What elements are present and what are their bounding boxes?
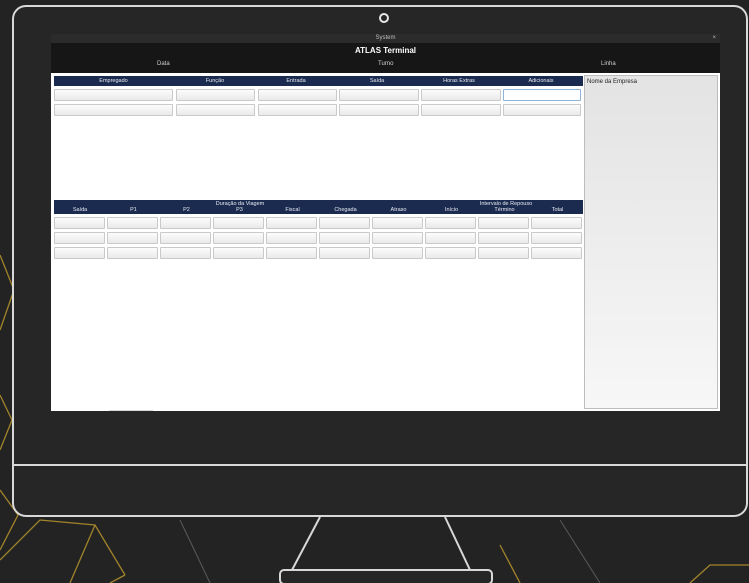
p3-input[interactable] (213, 232, 264, 244)
column-header-function: Função (205, 78, 225, 84)
webcam-icon (379, 13, 389, 23)
delay-input[interactable] (372, 232, 423, 244)
app-title: ATLAS Terminal (354, 46, 417, 55)
column-header-p3: P3 (236, 207, 243, 213)
employee-input[interactable] (54, 104, 173, 116)
date-label: Data (157, 61, 170, 67)
p2-input[interactable] (160, 217, 211, 229)
delay-input[interactable] (372, 217, 423, 229)
p3-input[interactable] (213, 247, 264, 259)
main-content: Empregado Função Entrada Saída Horas Ext… (51, 73, 720, 411)
additional-input[interactable] (503, 89, 581, 101)
column-header-end: Término (494, 207, 515, 213)
column-header-departure: Saída (72, 207, 88, 213)
employee-table-header: Empregado Função Entrada Saída Horas Ext… (54, 76, 583, 86)
monitor-bezel-divider (14, 464, 746, 466)
app-header: ATLAS Terminal Data Turno Linha (51, 43, 720, 73)
delay-input[interactable] (372, 247, 423, 259)
p3-input[interactable] (213, 217, 264, 229)
overtime-input[interactable] (421, 104, 501, 116)
column-header-overtime: Horas Extras (443, 78, 475, 84)
column-header-exit: Saída (369, 78, 385, 84)
rest-total-input[interactable] (531, 217, 582, 229)
company-name-panel[interactable]: Nome da Empresa (584, 75, 718, 409)
column-header-total: Total (551, 207, 564, 213)
p1-input[interactable] (107, 247, 158, 259)
rest-total-input[interactable] (531, 247, 582, 259)
column-header-entry: Entrada (286, 78, 306, 84)
app-window: System × ATLAS Terminal Data Turno Linha… (51, 34, 720, 411)
window-titlebar: System × (51, 34, 720, 43)
column-header-additional: Adicionais (528, 78, 554, 84)
fiscal-input[interactable] (266, 217, 317, 229)
column-header-fiscal: Fiscal (285, 207, 300, 213)
exit-input[interactable] (339, 104, 419, 116)
column-header-delay: Atraso (390, 207, 407, 213)
column-header-start: Início (444, 207, 459, 213)
column-header-arrival: Chegada (334, 207, 357, 213)
p2-input[interactable] (160, 232, 211, 244)
p1-input[interactable] (107, 217, 158, 229)
rest-total-input[interactable] (531, 232, 582, 244)
entry-input[interactable] (258, 89, 337, 101)
rest-start-input[interactable] (425, 217, 476, 229)
departure-input[interactable] (54, 232, 105, 244)
arrival-input[interactable] (319, 247, 370, 259)
departure-input[interactable] (54, 217, 105, 229)
fiscal-input[interactable] (266, 247, 317, 259)
shift-label: Turno (378, 61, 394, 67)
rest-end-input[interactable] (478, 232, 529, 244)
column-header-p2: P2 (183, 207, 190, 213)
divider (109, 410, 153, 411)
line-label: Linha (601, 61, 616, 67)
rest-end-input[interactable] (478, 247, 529, 259)
monitor-stand (279, 516, 493, 583)
trip-table-header: Duração da Viagem Intervalo de Repouso S… (54, 200, 583, 214)
function-input[interactable] (176, 89, 255, 101)
column-header-p1: P1 (130, 207, 137, 213)
p2-input[interactable] (160, 247, 211, 259)
arrival-input[interactable] (319, 217, 370, 229)
fiscal-input[interactable] (266, 232, 317, 244)
employee-input[interactable] (54, 89, 173, 101)
arrival-input[interactable] (319, 232, 370, 244)
departure-input[interactable] (54, 247, 105, 259)
rest-start-input[interactable] (425, 232, 476, 244)
column-header-employee: Empregado (99, 78, 128, 84)
additional-input[interactable] (503, 104, 581, 116)
p1-input[interactable] (107, 232, 158, 244)
entry-input[interactable] (258, 104, 337, 116)
exit-input[interactable] (339, 89, 419, 101)
company-name-label: Nome da Empresa (587, 79, 638, 85)
overtime-input[interactable] (421, 89, 501, 101)
rest-end-input[interactable] (478, 217, 529, 229)
rest-start-input[interactable] (425, 247, 476, 259)
function-input[interactable] (176, 104, 255, 116)
close-icon[interactable]: × (712, 34, 716, 43)
window-title: System (375, 35, 396, 41)
